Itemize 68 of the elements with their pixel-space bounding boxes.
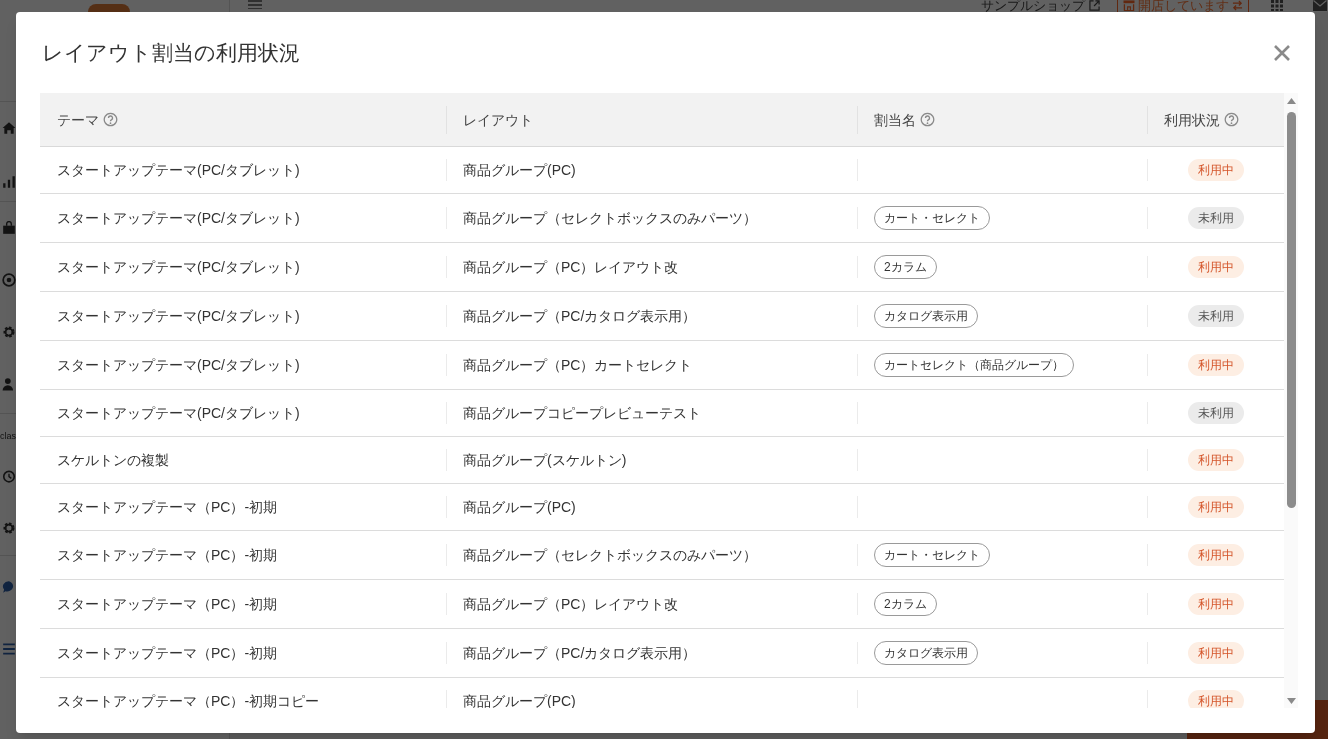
circle-icon[interactable]: [2, 273, 16, 287]
scrollbar-thumb[interactable]: [1286, 112, 1296, 508]
status-badge: 未利用: [1188, 207, 1244, 229]
list-icon[interactable]: [2, 642, 16, 656]
avatar-icon[interactable]: [88, 4, 130, 12]
theme-name: スタートアップテーマ(PC/タブレット): [57, 356, 300, 375]
grid-icon[interactable]: [1271, 0, 1283, 11]
layout-name: 商品グループ（セレクトボックスのみパーツ）: [463, 209, 757, 228]
dialog-title: レイアウト割当の利用状況: [42, 39, 300, 66]
status-badge: 利用中: [1188, 354, 1244, 376]
layout-name: 商品グループ(PC): [463, 498, 576, 517]
theme-name: スタートアップテーマ（PC）-初期: [57, 498, 278, 517]
close-button[interactable]: [1272, 42, 1292, 63]
column-header: 割当名: [874, 110, 916, 130]
timer-icon[interactable]: [2, 469, 16, 483]
help-icon[interactable]: [1224, 112, 1239, 127]
layout-name: 商品グループ（PC）レイアウト改: [463, 258, 679, 277]
status-badge: 利用中: [1188, 159, 1244, 181]
theme-name: スタートアップテーマ（PC）-初期: [57, 595, 278, 614]
menu-icon[interactable]: [248, 0, 262, 9]
layout-name: 商品グループ（PC）カートセレクト: [463, 356, 693, 375]
status-badge: 利用中: [1188, 449, 1244, 471]
layout-name: 商品グループコピープレビューテスト: [463, 404, 701, 423]
layout-name: 商品グループ（PC/カタログ表示用）: [463, 644, 697, 663]
status-badge: 利用中: [1188, 256, 1244, 278]
column-header: テーマ: [57, 110, 99, 130]
layout-name: 商品グループ（セレクトボックスのみパーツ）: [463, 546, 757, 565]
column-header: 利用状況: [1164, 110, 1220, 130]
sidebar-label: clas: [0, 430, 16, 442]
theme-name: スタートアップテーマ(PC/タブレット): [57, 404, 300, 423]
theme-name: スタートアップテーマ(PC/タブレット): [57, 161, 300, 180]
store-icon: [1123, 0, 1135, 11]
chat-icon[interactable]: [2, 580, 16, 594]
layout-name: 商品グループ（PC/カタログ表示用）: [463, 307, 697, 326]
status-badge: 利用中: [1188, 690, 1244, 708]
status-badge: 未利用: [1188, 402, 1244, 424]
close-icon: [1273, 43, 1291, 62]
layout-name: 商品グループ(PC): [463, 161, 576, 180]
gear-icon[interactable]: [2, 521, 16, 535]
scroll-up-icon[interactable]: [1286, 98, 1296, 104]
home-icon[interactable]: [2, 121, 16, 135]
status-badge: 利用中: [1188, 544, 1244, 566]
status-badge: 未利用: [1188, 305, 1244, 327]
status-badge: 利用中: [1188, 642, 1244, 664]
swap-icon: [1232, 0, 1243, 11]
column-header: レイアウト: [463, 110, 533, 130]
theme-name: スタートアップテーマ(PC/タブレット): [57, 307, 300, 326]
scrollbar-track[interactable]: [1284, 93, 1298, 708]
gear-icon[interactable]: [2, 325, 16, 339]
theme-name: スタートアップテーマ（PC）-初期: [57, 644, 278, 663]
status-badge: 利用中: [1188, 593, 1244, 615]
layout-name: 商品グループ(スケルトン): [463, 451, 627, 470]
chart-icon[interactable]: [2, 175, 16, 189]
layout-name: 商品グループ（PC）レイアウト改: [463, 595, 679, 614]
theme-name: スタートアップテーマ（PC）-初期: [57, 546, 278, 565]
help-icon[interactable]: [920, 112, 935, 127]
person-icon[interactable]: [2, 377, 16, 391]
external-link-icon[interactable]: [1089, 0, 1100, 11]
theme-name: スタートアップテーマ(PC/タブレット): [57, 258, 300, 277]
layout-name: 商品グループ(PC): [463, 692, 576, 708]
help-icon[interactable]: [103, 112, 118, 127]
status-badge: 利用中: [1188, 496, 1244, 518]
scroll-down-icon[interactable]: [1286, 698, 1296, 704]
theme-name: スタートアップテーマ(PC/タブレット): [57, 209, 300, 228]
theme-name: スタートアップテーマ（PC）-初期コピー: [57, 692, 320, 708]
theme-name: スケルトンの複製: [57, 451, 169, 470]
mail-icon[interactable]: [1313, 0, 1327, 11]
bag-icon[interactable]: [2, 221, 16, 235]
